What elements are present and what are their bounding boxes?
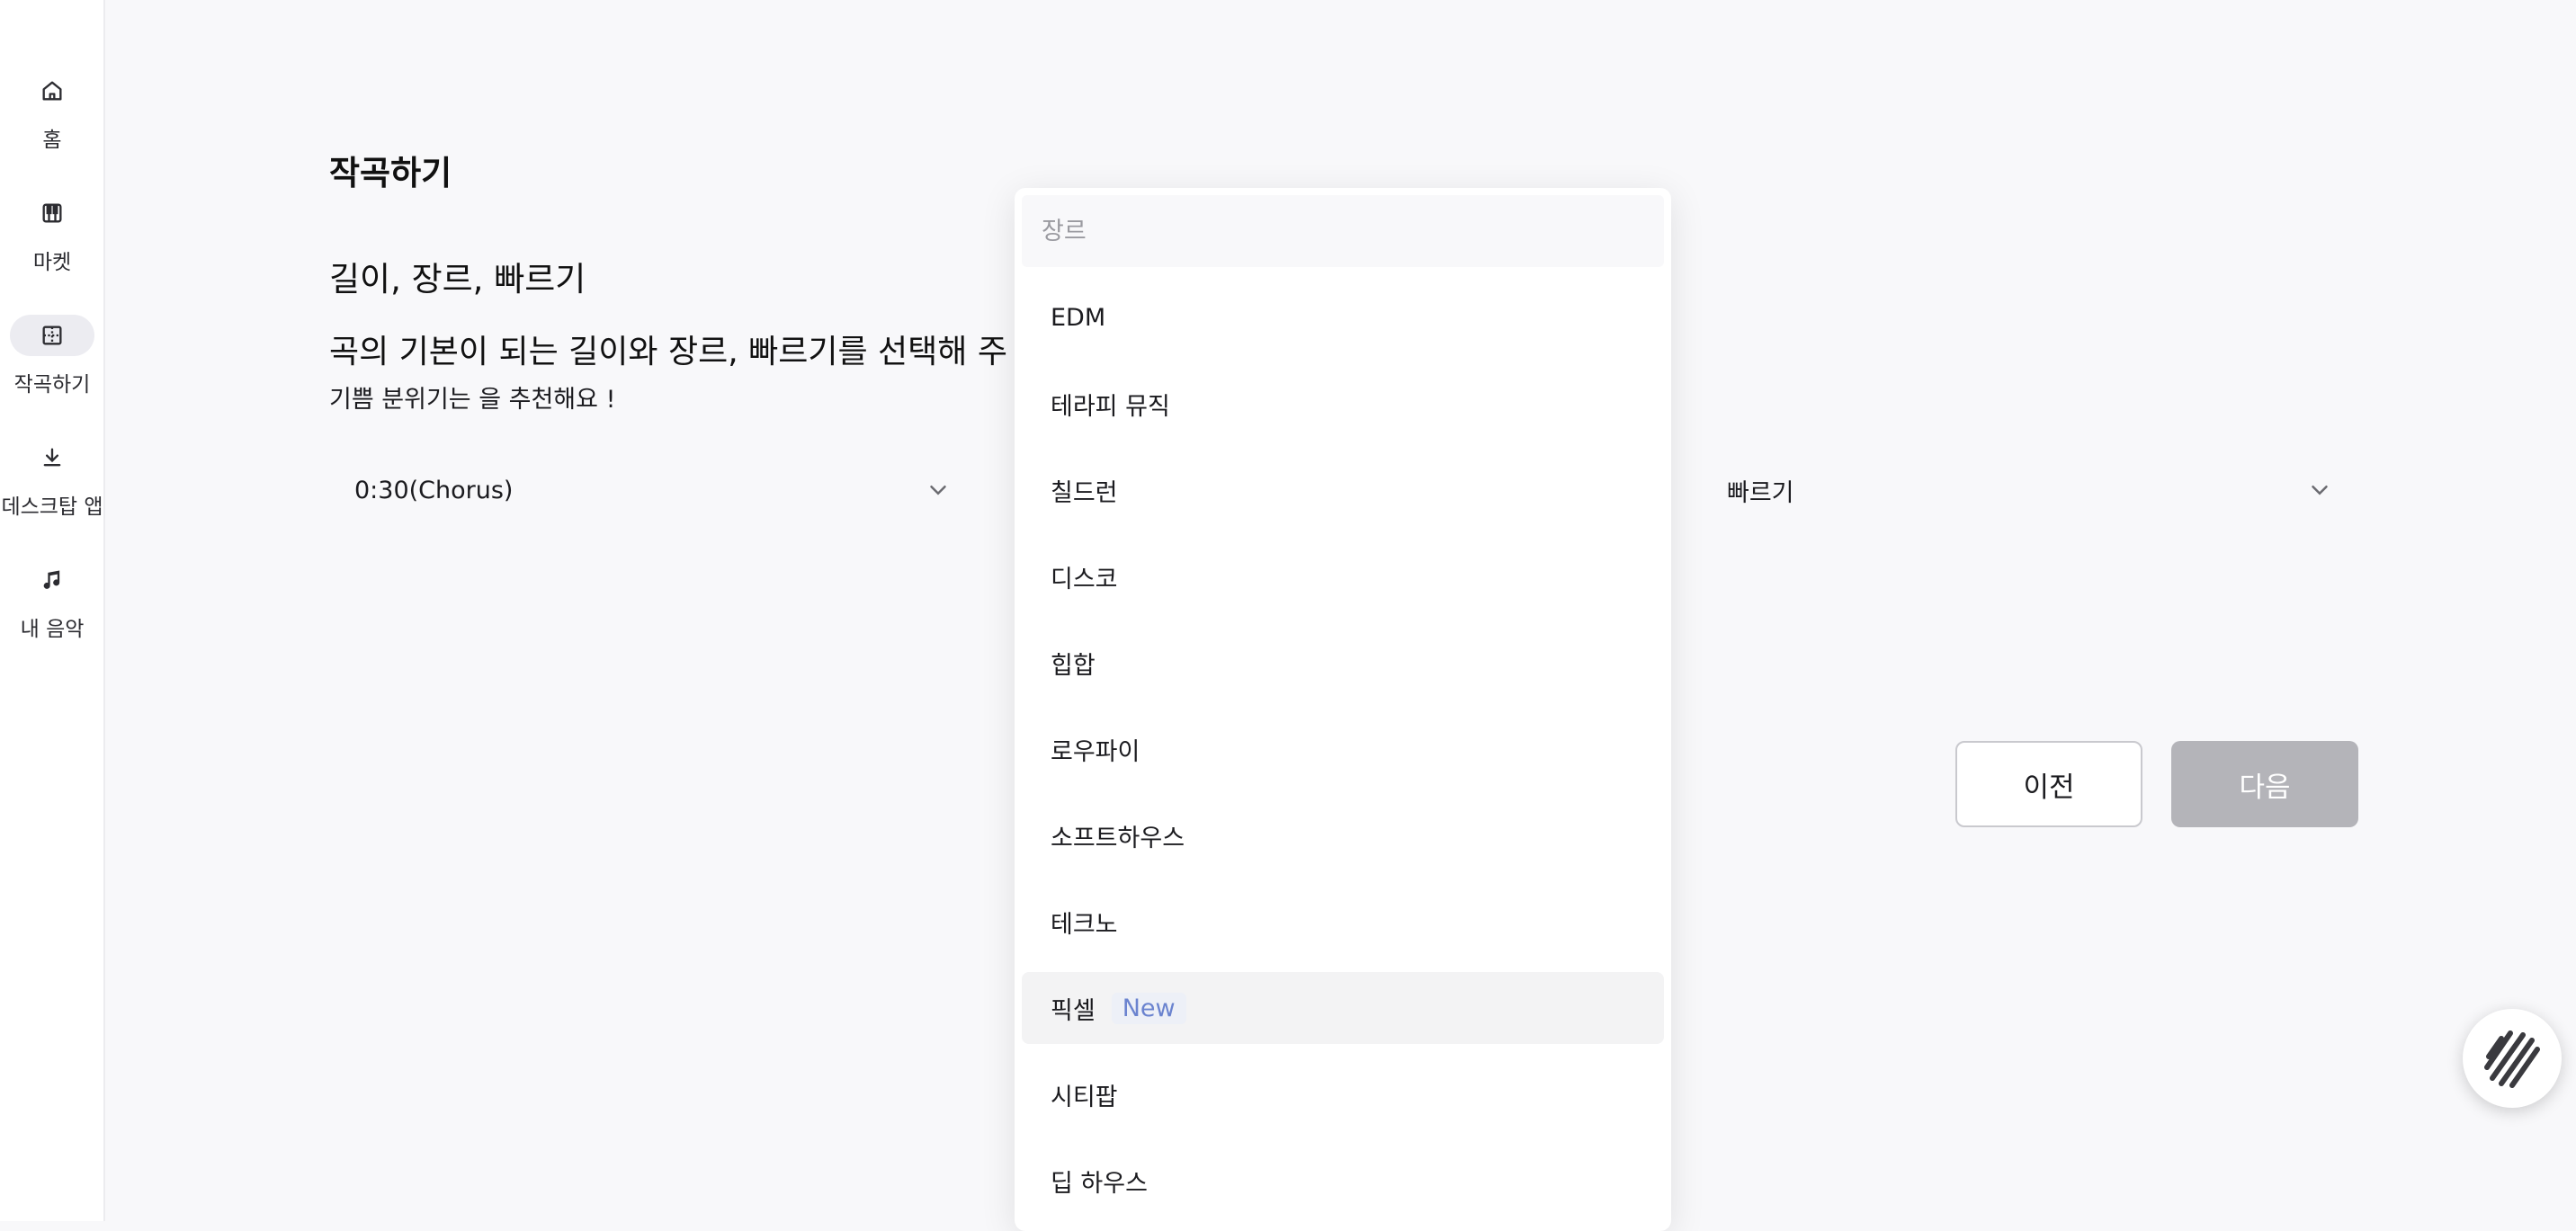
length-select[interactable]: 0:30(Chorus): [329, 459, 977, 522]
chevron-down-icon: [930, 486, 946, 495]
sidebar-item-label: 내 음악: [20, 618, 85, 641]
sidebar-item-home[interactable]: 홈: [0, 70, 104, 169]
genre-search-input[interactable]: [1022, 195, 1664, 267]
tempo-select-value: 빠르기: [1727, 478, 1794, 507]
genre-option-soft-house[interactable]: 소프트하우스: [1022, 799, 1664, 871]
chevron-down-icon: [2312, 486, 2328, 495]
genre-option-techno[interactable]: 테크노: [1022, 886, 1664, 958]
genre-option-lofi[interactable]: 로우파이: [1022, 713, 1664, 785]
option-label: 테크노: [1051, 910, 1118, 939]
floating-help-button[interactable]: [2463, 1009, 2562, 1108]
sidebar-item-desktop-app[interactable]: 데스크탑 앱: [0, 437, 104, 536]
genre-option-hiphop[interactable]: 힙합: [1022, 627, 1664, 699]
section-title: 길이, 장르, 빠르기: [329, 260, 586, 299]
option-label: 디스코: [1051, 565, 1118, 593]
genre-option-pixel[interactable]: 픽셀 New: [1022, 972, 1664, 1044]
recommendation-hint: 기쁨 분위기는 을 추천해요 !: [329, 386, 616, 414]
sidebar: 홈 마켓 작곡하기 데스크탑 앱 내 음악: [0, 0, 105, 1221]
brand-logo-icon: [2484, 1030, 2540, 1088]
download-icon: [10, 437, 94, 478]
option-label: 테라피 뮤직: [1051, 392, 1170, 421]
genre-option-citypop[interactable]: 시티팝: [1022, 1058, 1664, 1130]
prev-button[interactable]: 이전: [1955, 741, 2142, 827]
tempo-select[interactable]: 빠르기: [1702, 459, 2358, 522]
option-label: 픽셀: [1051, 996, 1096, 1025]
option-label: EDM: [1051, 303, 1106, 332]
home-icon: [10, 70, 94, 112]
option-label: 칠드런: [1051, 478, 1118, 507]
next-button[interactable]: 다음: [2171, 741, 2358, 827]
option-label: 소프트하우스: [1051, 824, 1185, 852]
new-badge: New: [1111, 992, 1186, 1024]
page-title: 작곡하기: [329, 154, 452, 192]
option-label: 힙합: [1051, 651, 1096, 680]
sidebar-item-compose[interactable]: 작곡하기: [0, 315, 104, 414]
option-label: 시티팝: [1051, 1083, 1118, 1111]
compose-grid-icon: [10, 315, 94, 356]
genre-dropdown: EDM 테라피 뮤직 칠드런 디스코 힙합 로우파이 소프트하우스 테크노 픽셀…: [1015, 188, 1671, 1231]
option-label: 딥 하우스: [1051, 1169, 1148, 1198]
piano-icon: [10, 192, 94, 234]
sidebar-item-label: 작곡하기: [13, 373, 91, 397]
sidebar-item-label: 데스크탑 앱: [1, 495, 103, 519]
genre-option-children[interactable]: 칠드런: [1022, 454, 1664, 526]
genre-option-edm[interactable]: EDM: [1022, 281, 1664, 353]
sidebar-item-my-music[interactable]: 내 음악: [0, 559, 104, 658]
genre-option-deep-house[interactable]: 딥 하우스: [1022, 1145, 1664, 1217]
genre-option-therapy[interactable]: 테라피 뮤직: [1022, 368, 1664, 440]
genre-option-disco[interactable]: 디스코: [1022, 540, 1664, 612]
option-label: 로우파이: [1051, 737, 1140, 766]
length-select-value: 0:30(Chorus): [354, 476, 514, 504]
sidebar-item-label: 마켓: [32, 251, 72, 274]
sidebar-item-market[interactable]: 마켓: [0, 192, 104, 291]
section-description: 곡의 기본이 되는 길이와 장르, 빠르기를 선택해 주: [329, 334, 1007, 370]
sidebar-item-label: 홈: [42, 129, 62, 152]
music-note-icon: [10, 559, 94, 601]
